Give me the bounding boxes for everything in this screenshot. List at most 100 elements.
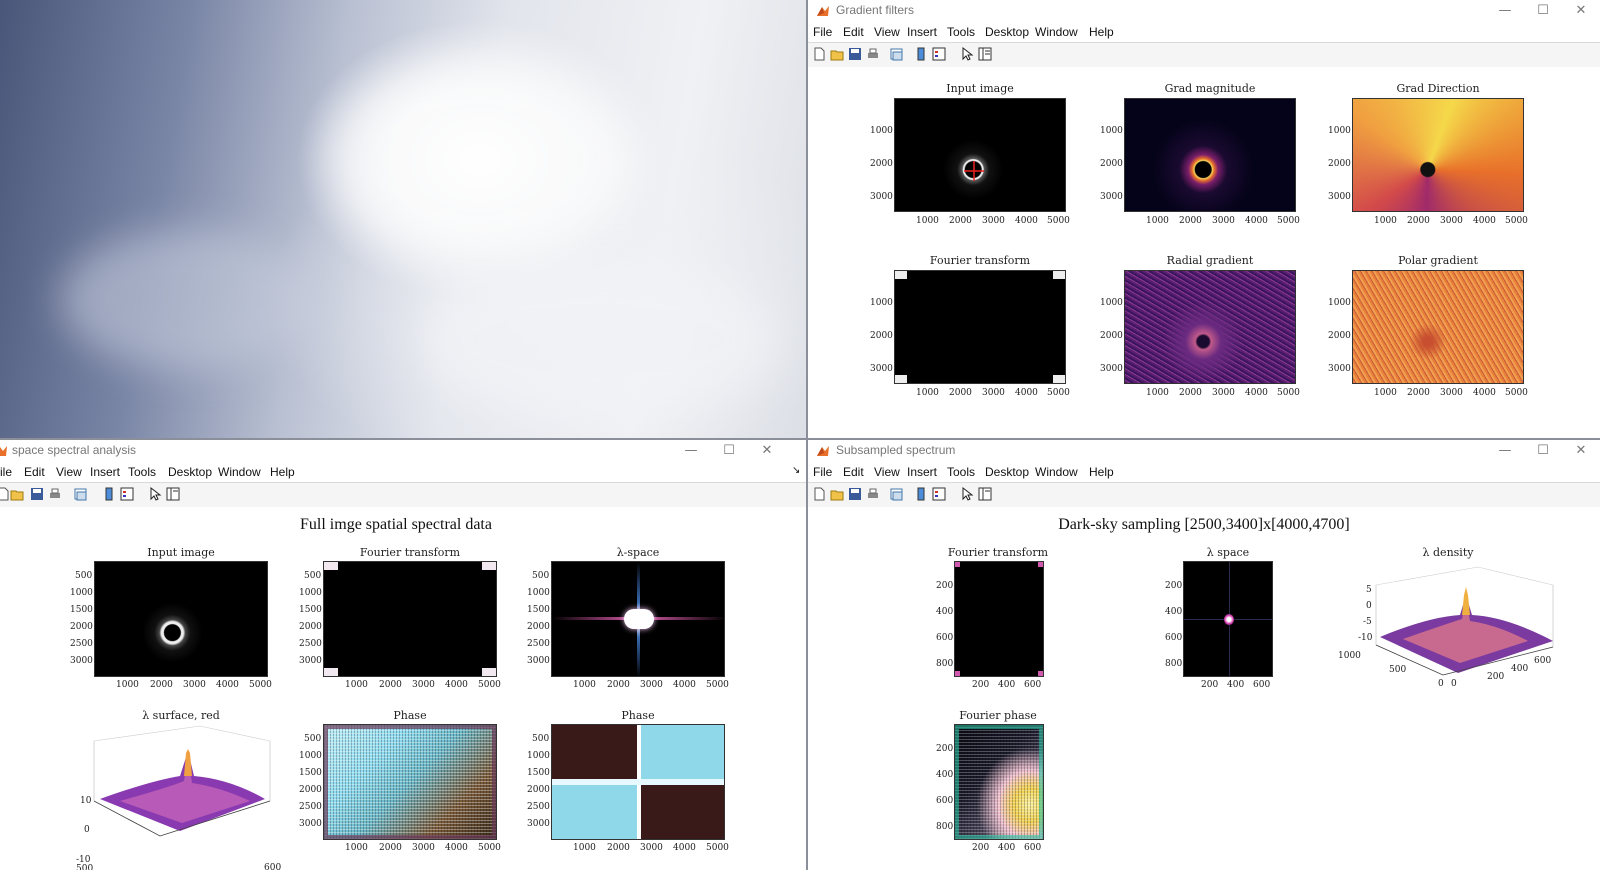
open-file-icon[interactable] (830, 487, 844, 501)
menu-view[interactable]: View (874, 465, 900, 479)
fourier-transform-plot[interactable] (323, 561, 497, 677)
x-tick: 1000 (916, 388, 939, 398)
minimize-button[interactable]: — (1486, 440, 1524, 462)
close-button[interactable]: ✕ (1562, 440, 1600, 462)
property-inspector-icon[interactable] (166, 487, 180, 501)
menu-file[interactable]: File (813, 465, 832, 479)
fourier-transform-plot[interactable] (954, 561, 1044, 677)
axes-title: λ-space (616, 546, 660, 559)
save-icon[interactable] (848, 487, 862, 501)
title-bar[interactable]: space spectral analysis — ☐ ✕ (0, 440, 806, 462)
new-figure-icon[interactable] (812, 47, 826, 61)
dock-arrow-icon[interactable]: ↘ (792, 465, 800, 476)
menu-help[interactable]: Help (1089, 465, 1114, 479)
lambda-surface-plot[interactable] (60, 721, 290, 861)
new-figure-icon[interactable] (0, 487, 10, 501)
link-plot-icon[interactable] (890, 47, 904, 61)
colorbar-icon[interactable] (914, 47, 928, 61)
x-tick: 3000 (1440, 388, 1463, 398)
x-tick: 4000 (1245, 388, 1268, 398)
menu-tools[interactable]: Tools (947, 25, 975, 39)
y-tick: 1000 (299, 751, 322, 761)
grad-direction-plot[interactable] (1352, 98, 1524, 212)
pointer-icon[interactable] (960, 47, 974, 61)
menu-desktop[interactable]: Desktop (985, 25, 1029, 39)
print-icon[interactable] (866, 47, 880, 61)
x-tick: 4000 (445, 843, 468, 853)
close-button[interactable]: ✕ (1562, 0, 1600, 22)
window-divider (806, 0, 808, 870)
property-inspector-icon[interactable] (978, 47, 992, 61)
new-figure-icon[interactable] (812, 487, 826, 501)
minimize-button[interactable]: — (1486, 0, 1524, 22)
menu-tools[interactable]: Tools (947, 465, 975, 479)
save-icon[interactable] (848, 47, 862, 61)
grad-magnitude-plot[interactable] (1124, 98, 1296, 212)
title-bar[interactable]: Gradient filters — ☐ ✕ (808, 0, 1600, 22)
maximize-button[interactable]: ☐ (1524, 440, 1562, 462)
pointer-icon[interactable] (148, 487, 162, 501)
menu-window[interactable]: Window (1035, 25, 1078, 39)
menu-insert[interactable]: Insert (907, 25, 937, 39)
y-tick: 3000 (527, 656, 550, 666)
colorbar-icon[interactable] (914, 487, 928, 501)
colorbar-icon[interactable] (102, 487, 116, 501)
menu-edit[interactable]: Edit (843, 25, 864, 39)
legend-icon[interactable] (120, 487, 134, 501)
save-icon[interactable] (30, 487, 44, 501)
menu-view[interactable]: View (56, 465, 82, 479)
radial-gradient-plot[interactable] (1124, 270, 1296, 384)
menu-tools[interactable]: Tools (128, 465, 156, 479)
input-image-plot[interactable] (94, 561, 268, 677)
menu-insert[interactable]: Insert (90, 465, 120, 479)
x-tick: 4000 (673, 843, 696, 853)
menu-file[interactable]: ile (0, 465, 12, 479)
lambda-space-plot[interactable] (1183, 561, 1273, 677)
lambda-density-plot[interactable] (1348, 555, 1568, 695)
pointer-icon[interactable] (960, 487, 974, 501)
menu-help[interactable]: Help (270, 465, 295, 479)
x-tick: 3000 (1212, 388, 1235, 398)
menu-file[interactable]: File (813, 25, 832, 39)
property-inspector-icon[interactable] (978, 487, 992, 501)
matlab-icon (817, 6, 829, 16)
y-tick: 2000 (870, 331, 893, 341)
x-tick: 5000 (1277, 216, 1300, 226)
print-icon[interactable] (48, 487, 62, 501)
open-file-icon[interactable] (830, 47, 844, 61)
print-icon[interactable] (866, 487, 880, 501)
fourier-phase-plot[interactable] (954, 724, 1044, 840)
legend-icon[interactable] (932, 47, 946, 61)
link-plot-icon[interactable] (890, 487, 904, 501)
menu-insert[interactable]: Insert (907, 465, 937, 479)
polar-gradient-plot[interactable] (1352, 270, 1524, 384)
menu-desktop[interactable]: Desktop (168, 465, 212, 479)
legend-icon[interactable] (932, 487, 946, 501)
phase-plot[interactable] (323, 724, 497, 840)
x-tick: 400 (998, 843, 1016, 853)
menu-window[interactable]: Window (1035, 465, 1078, 479)
y-tick: 3000 (870, 364, 893, 374)
menu-window[interactable]: Window (218, 465, 261, 479)
axes-title: Grad magnitude (1164, 82, 1256, 95)
title-bar[interactable]: Subsampled spectrum — ☐ ✕ (808, 440, 1600, 462)
minimize-button[interactable]: — (672, 440, 710, 462)
link-plot-icon[interactable] (74, 487, 88, 501)
menu-edit[interactable]: Edit (24, 465, 45, 479)
open-file-icon[interactable] (10, 487, 24, 501)
phase-plot[interactable] (551, 724, 725, 840)
fourier-transform-plot[interactable] (894, 270, 1066, 384)
menu-desktop[interactable]: Desktop (985, 465, 1029, 479)
x-tick: 4000 (1245, 216, 1268, 226)
menu-help[interactable]: Help (1089, 25, 1114, 39)
close-button[interactable]: ✕ (748, 440, 786, 462)
input-image-plot[interactable] (894, 98, 1066, 212)
maximize-button[interactable]: ☐ (710, 440, 748, 462)
maximize-button[interactable]: ☐ (1524, 0, 1562, 22)
menu-view[interactable]: View (874, 25, 900, 39)
y-tick: 400 (936, 770, 954, 780)
z-tick: 0 (84, 825, 90, 835)
menu-edit[interactable]: Edit (843, 465, 864, 479)
z-tick: 10 (80, 796, 92, 806)
lambda-space-plot[interactable] (551, 561, 725, 677)
